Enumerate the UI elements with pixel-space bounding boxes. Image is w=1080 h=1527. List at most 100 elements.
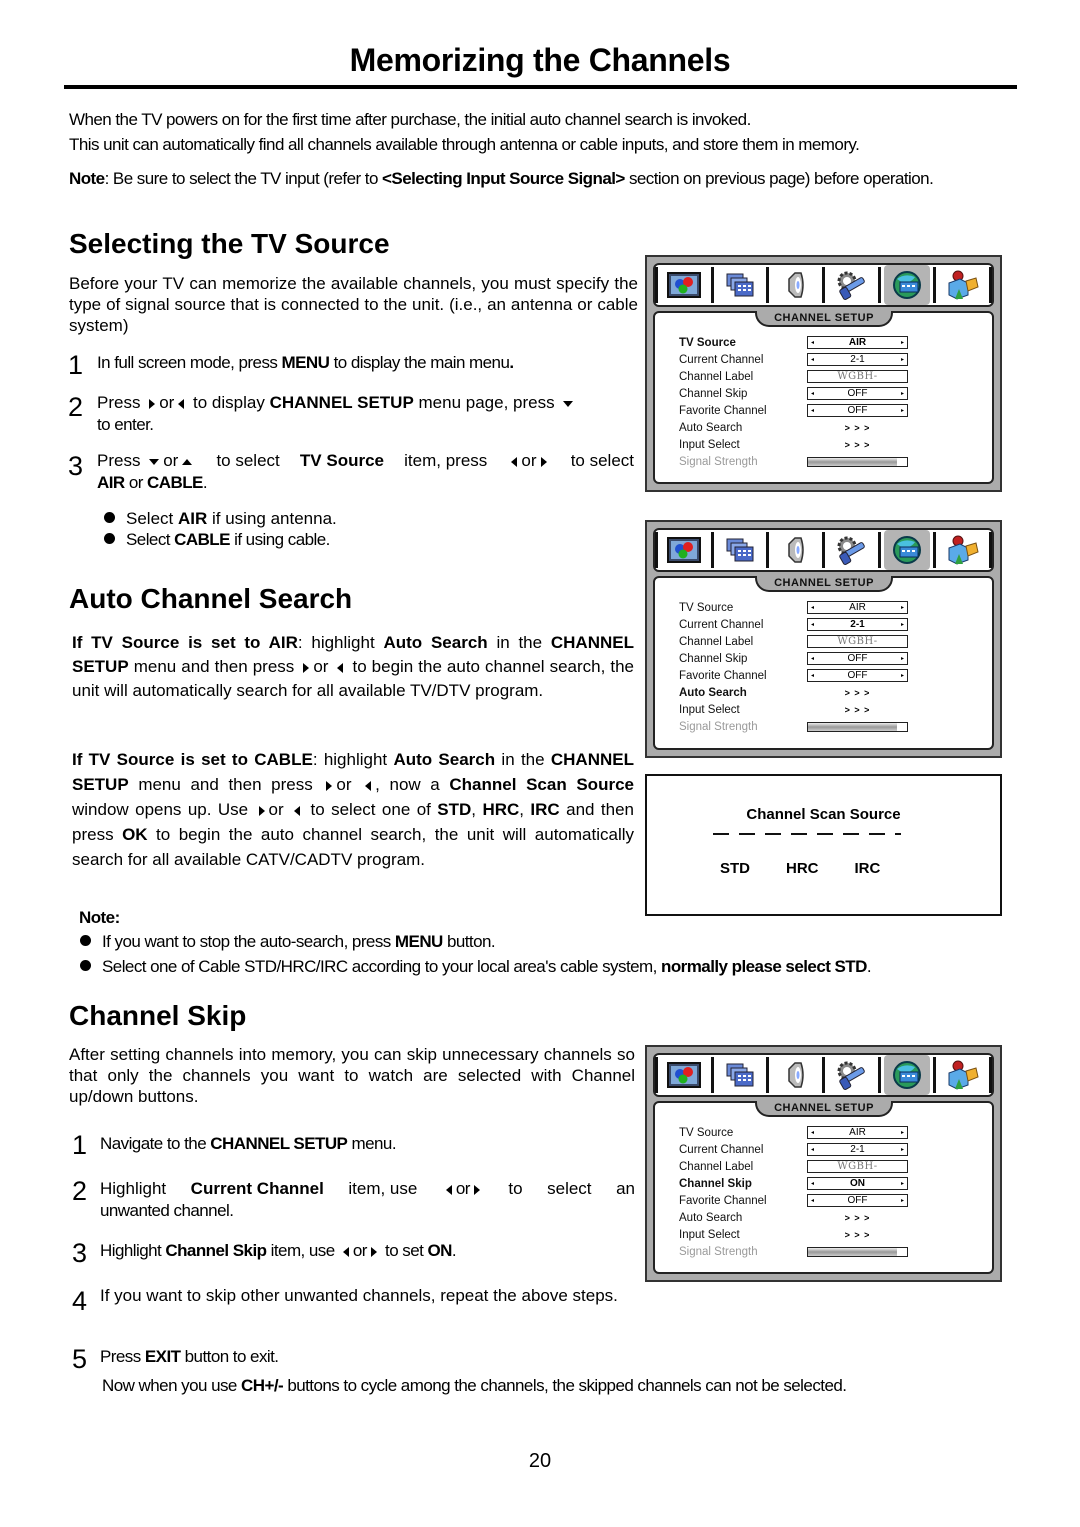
- osd-value-selector[interactable]: ◂ OFF ▸: [807, 387, 908, 400]
- osd-value-selector[interactable]: ◂ OFF ▸: [807, 652, 908, 665]
- right-arrow-icon[interactable]: ▸: [901, 407, 904, 414]
- heading-selecting-tv-source: Selecting the TV Source: [69, 228, 390, 259]
- osd-row-favorite-channel[interactable]: Favorite Channel ◂ OFF ▸: [679, 1192, 979, 1209]
- scan-source-title: Channel Scan Source: [746, 806, 901, 823]
- channel-globe-icon[interactable]: [883, 265, 931, 305]
- osd-submenu-arrow[interactable]: > > >: [807, 1230, 908, 1240]
- osd-value-selector[interactable]: ◂ 2-1 ▸: [807, 1143, 908, 1156]
- osd-row-input-select[interactable]: Input Select > > >: [679, 436, 979, 453]
- osd-submenu-arrow[interactable]: > > >: [807, 1213, 908, 1223]
- channel-globe-icon[interactable]: [883, 530, 931, 570]
- osd-menu-icon-bar: [653, 528, 994, 572]
- right-arrow-icon[interactable]: ▸: [901, 1180, 904, 1187]
- right-arrow-icon[interactable]: ▸: [901, 356, 904, 363]
- screen-icon[interactable]: [717, 1055, 764, 1095]
- screen-icon[interactable]: [717, 530, 764, 570]
- osd-row-label: Input Select: [679, 438, 740, 451]
- osd-row-signal-strength[interactable]: Signal Strength: [679, 453, 979, 470]
- osd-value-selector[interactable]: ◂ 2-1 ▸: [807, 618, 908, 631]
- right-arrow-icon[interactable]: ▸: [901, 1146, 904, 1153]
- osd-row-channel-label[interactable]: Channel Label WGBH-: [679, 368, 979, 385]
- osd-submenu-arrow[interactable]: > > >: [807, 688, 908, 698]
- lock-parental-icon[interactable]: [939, 1055, 986, 1095]
- osd-row-tv-source[interactable]: TV Source ◂ AIR ▸: [679, 1124, 979, 1141]
- screen-icon[interactable]: [717, 265, 764, 305]
- osd-value-text: AIR: [848, 337, 867, 348]
- osd-row-current-channel[interactable]: Current Channel ◂ 2-1 ▸: [679, 616, 979, 633]
- osd-row-favorite-channel[interactable]: Favorite Channel ◂ OFF ▸: [679, 667, 979, 684]
- osd-settings-panel: CHANNEL SETUP TV Source ◂ AIR ▸ Current Chann…: [653, 311, 994, 484]
- osd-row-signal-strength[interactable]: Signal Strength: [679, 1243, 979, 1260]
- osd-channel-label-field[interactable]: WGBH-: [807, 370, 908, 383]
- signal-strength-remainder: [897, 457, 907, 466]
- picture-icon[interactable]: [661, 1055, 708, 1095]
- right-arrow-icon[interactable]: ▸: [901, 390, 904, 397]
- osd-settings-panel: CHANNEL SETUP TV Source ◂ AIR ▸ Current Chann…: [653, 576, 994, 750]
- osd-row-label: Auto Search: [679, 1211, 743, 1224]
- osd-value-selector[interactable]: ◂ 2-1 ▸: [807, 353, 908, 366]
- setup-tools-icon[interactable]: [828, 265, 875, 305]
- osd-submenu-arrow[interactable]: > > >: [807, 705, 908, 715]
- osd-row-input-select[interactable]: Input Select > > >: [679, 701, 979, 718]
- right-arrow-icon[interactable]: ▸: [901, 655, 904, 662]
- osd-value-selector[interactable]: ◂ OFF ▸: [807, 404, 908, 417]
- sound-icon[interactable]: [772, 265, 819, 305]
- right-arrow-icon[interactable]: ▸: [901, 339, 904, 346]
- osd-row-tv-source[interactable]: TV Source ◂ AIR ▸: [679, 334, 979, 351]
- osd-row-favorite-channel[interactable]: Favorite Channel ◂ OFF ▸: [679, 402, 979, 419]
- osd-row-tv-source[interactable]: TV Source ◂ AIR ▸: [679, 599, 979, 616]
- osd-row-channel-label[interactable]: Channel Label WGBH-: [679, 633, 979, 650]
- tv-source-step-2: Press or to display CHANNEL SETUP menu p…: [97, 392, 637, 436]
- scan-option-std[interactable]: STD: [720, 860, 750, 877]
- osd-submenu-arrow[interactable]: > > >: [807, 440, 908, 450]
- osd-row-label: Channel Label: [679, 370, 754, 383]
- osd-row-auto-search[interactable]: Auto Search > > >: [679, 1209, 979, 1226]
- osd-row-current-channel[interactable]: Current Channel ◂ 2-1 ▸: [679, 1141, 979, 1158]
- osd-value-selector[interactable]: ◂ ON ▸: [807, 1177, 908, 1190]
- osd-value-selector[interactable]: ◂ AIR ▸: [807, 601, 908, 614]
- osd-row-channel-skip[interactable]: Channel Skip ◂ ON ▸: [679, 1175, 979, 1192]
- channel-skip-step-4: If you want to skip other unwanted chann…: [100, 1286, 618, 1305]
- osd-value-text: AIR: [849, 1127, 866, 1138]
- osd-row-channel-label[interactable]: Channel Label WGBH-: [679, 1158, 979, 1175]
- right-arrow-icon: [258, 805, 265, 816]
- picture-icon[interactable]: [661, 265, 708, 305]
- osd-row-channel-skip[interactable]: Channel Skip ◂ OFF ▸: [679, 385, 979, 402]
- channel-globe-icon[interactable]: [883, 1055, 931, 1095]
- sound-icon[interactable]: [772, 1055, 819, 1095]
- lock-parental-icon[interactable]: [939, 265, 986, 305]
- osd-row-channel-skip[interactable]: Channel Skip ◂ OFF ▸: [679, 650, 979, 667]
- osd-value-selector[interactable]: ◂ OFF ▸: [807, 669, 908, 682]
- osd-value-selector[interactable]: ◂ OFF ▸: [807, 1194, 908, 1207]
- step-number: 1: [72, 1130, 88, 1160]
- osd-panel-title: CHANNEL SETUP: [755, 1101, 893, 1117]
- heading-auto-channel-search: Auto Channel Search: [69, 583, 353, 614]
- osd-row-auto-search[interactable]: Auto Search > > >: [679, 419, 979, 436]
- osd-channel-label-field[interactable]: WGBH-: [807, 1160, 908, 1173]
- setup-tools-icon[interactable]: [828, 530, 875, 570]
- osd-row-signal-strength[interactable]: Signal Strength: [679, 718, 979, 735]
- right-arrow-icon: [326, 780, 333, 791]
- right-arrow-icon[interactable]: ▸: [901, 604, 904, 611]
- scan-option-irc[interactable]: IRC: [855, 860, 881, 877]
- osd-row-label: Input Select: [679, 1228, 740, 1241]
- lock-parental-icon[interactable]: [939, 530, 986, 570]
- osd-icon-separator: [766, 532, 770, 568]
- right-arrow-icon[interactable]: ▸: [901, 621, 904, 628]
- right-arrow-icon[interactable]: ▸: [901, 1197, 904, 1204]
- right-arrow-icon: [303, 662, 310, 673]
- picture-icon[interactable]: [661, 530, 708, 570]
- setup-tools-icon[interactable]: [828, 1055, 875, 1095]
- osd-row-input-select[interactable]: Input Select > > >: [679, 1226, 979, 1243]
- right-arrow-icon[interactable]: ▸: [901, 672, 904, 679]
- osd-submenu-arrow[interactable]: > > >: [807, 423, 908, 433]
- osd-row-auto-search[interactable]: Auto Search > > >: [679, 684, 979, 701]
- sound-icon[interactable]: [772, 530, 819, 570]
- osd-value-selector[interactable]: ◂ AIR ▸: [807, 336, 908, 349]
- osd-value-selector[interactable]: ◂ AIR ▸: [807, 1126, 908, 1139]
- right-arrow-icon[interactable]: ▸: [901, 1129, 904, 1136]
- osd-channel-label-field[interactable]: WGBH-: [807, 635, 908, 648]
- osd-value-text: WGBH-: [837, 636, 878, 647]
- osd-row-current-channel[interactable]: Current Channel ◂ 2-1 ▸: [679, 351, 979, 368]
- scan-option-hrc[interactable]: HRC: [786, 860, 819, 877]
